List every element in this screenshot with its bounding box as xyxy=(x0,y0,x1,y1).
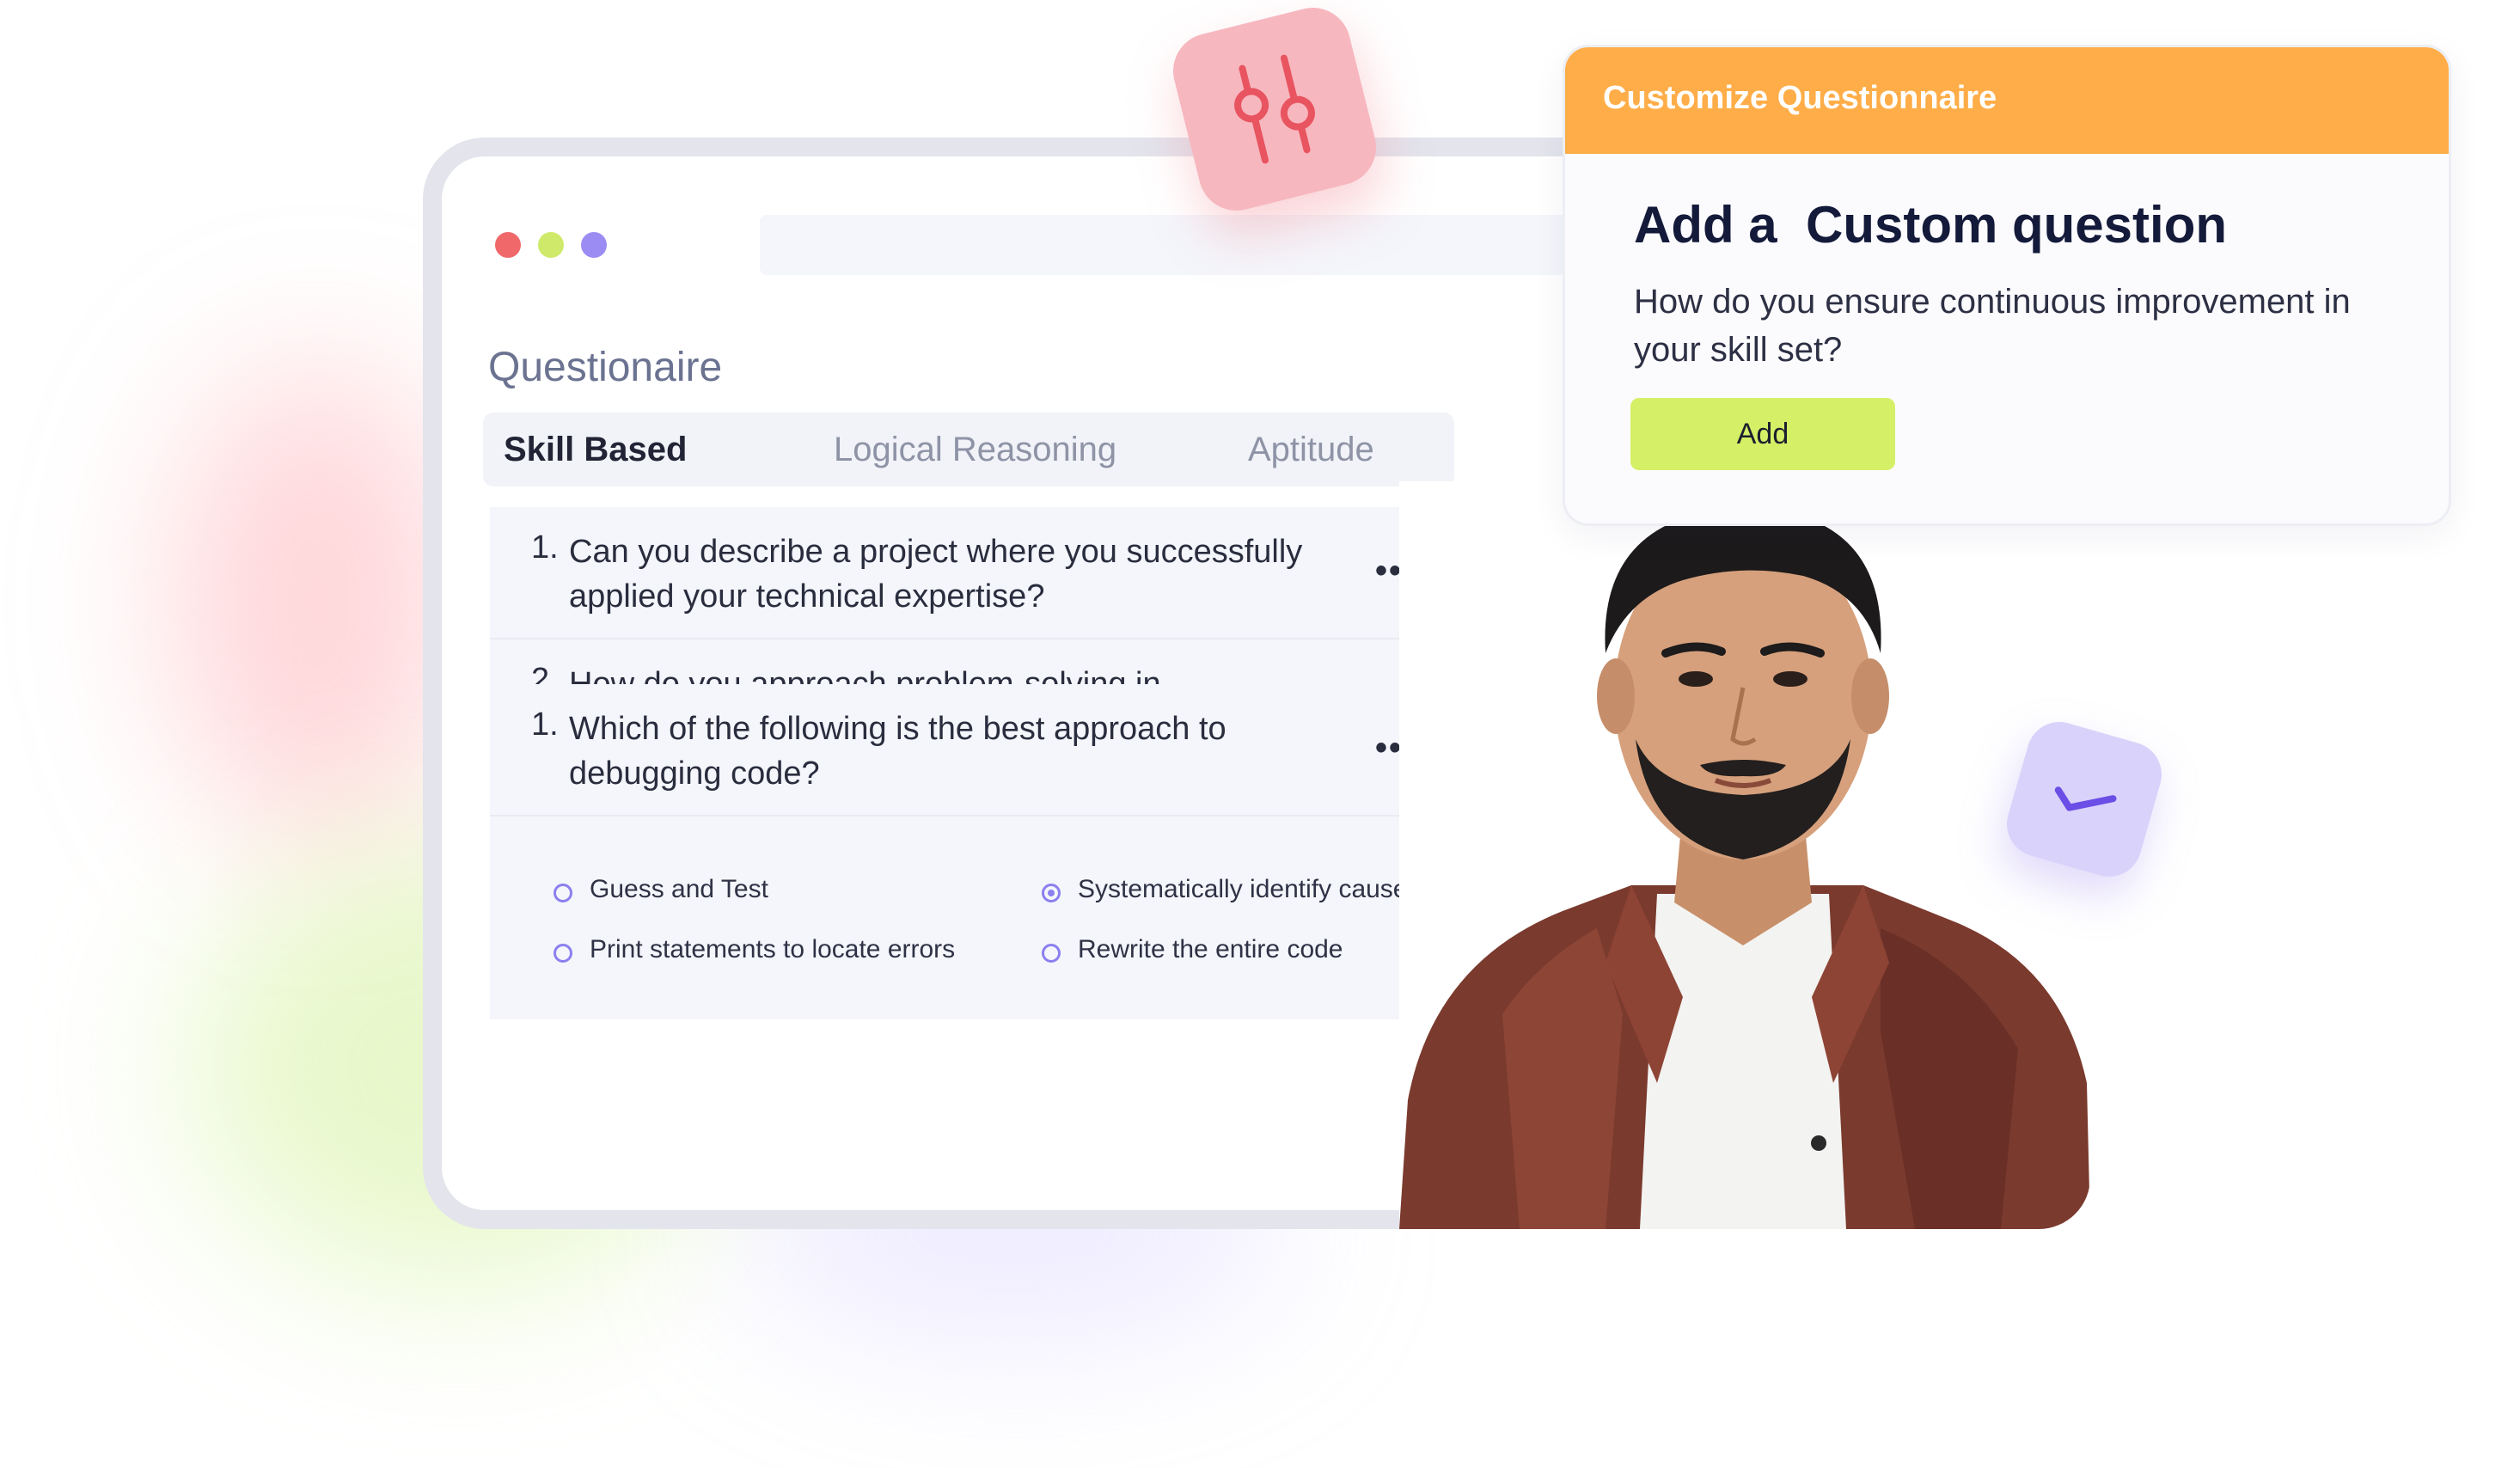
minimize-dot[interactable] xyxy=(538,232,564,258)
zoom-dot[interactable] xyxy=(581,232,607,258)
option-label: Rewrite the entire code xyxy=(1078,935,1343,963)
mcq-question-row[interactable]: 1. Which of the following is the best ap… xyxy=(490,684,1456,817)
panel-header: Customize Questionnaire xyxy=(1565,47,2449,154)
background-glow-red xyxy=(172,361,464,842)
close-dot[interactable] xyxy=(495,232,521,258)
radio-selected-icon[interactable] xyxy=(1042,884,1061,902)
question-number: 1. xyxy=(531,706,559,743)
question-text: Which of the following is the best appro… xyxy=(569,711,1226,792)
radio-icon[interactable] xyxy=(554,884,572,902)
panel-title: Add a Custom question xyxy=(1634,196,2227,254)
page-title: Questionaire xyxy=(488,345,723,390)
option-label: Print statements to locate errors xyxy=(590,935,956,963)
radio-icon[interactable] xyxy=(1042,944,1061,963)
radio-icon[interactable] xyxy=(554,944,572,963)
mcq-card: 1. Which of the following is the best ap… xyxy=(490,684,1456,1019)
option-label: Systematically identify cause xyxy=(1078,875,1408,903)
tab-logical-reasoning[interactable]: Logical Reasoning xyxy=(834,413,1116,486)
panel-header-title: Customize Questionnaire xyxy=(1603,80,1997,116)
option-label: Guess and Test xyxy=(590,875,768,903)
customize-panel: Customize Questionnaire Add a Custom que… xyxy=(1563,45,2451,526)
candidate-photo xyxy=(1399,481,2090,1229)
question-text: Can you describe a project where you suc… xyxy=(569,534,1303,615)
custom-question-text[interactable]: How do you ensure continuous improvement… xyxy=(1634,278,2390,374)
tab-skill-based[interactable]: Skill Based xyxy=(504,413,687,486)
person-illustration xyxy=(1399,507,2090,1229)
tab-bar: Skill Based Logical Reasoning Aptitude xyxy=(483,413,1454,486)
add-button[interactable]: Add xyxy=(1630,398,1895,470)
tab-aptitude[interactable]: Aptitude xyxy=(1248,413,1374,486)
question-number: 1. xyxy=(531,529,559,566)
question-row[interactable]: 1. Can you describe a project where you … xyxy=(490,507,1456,639)
